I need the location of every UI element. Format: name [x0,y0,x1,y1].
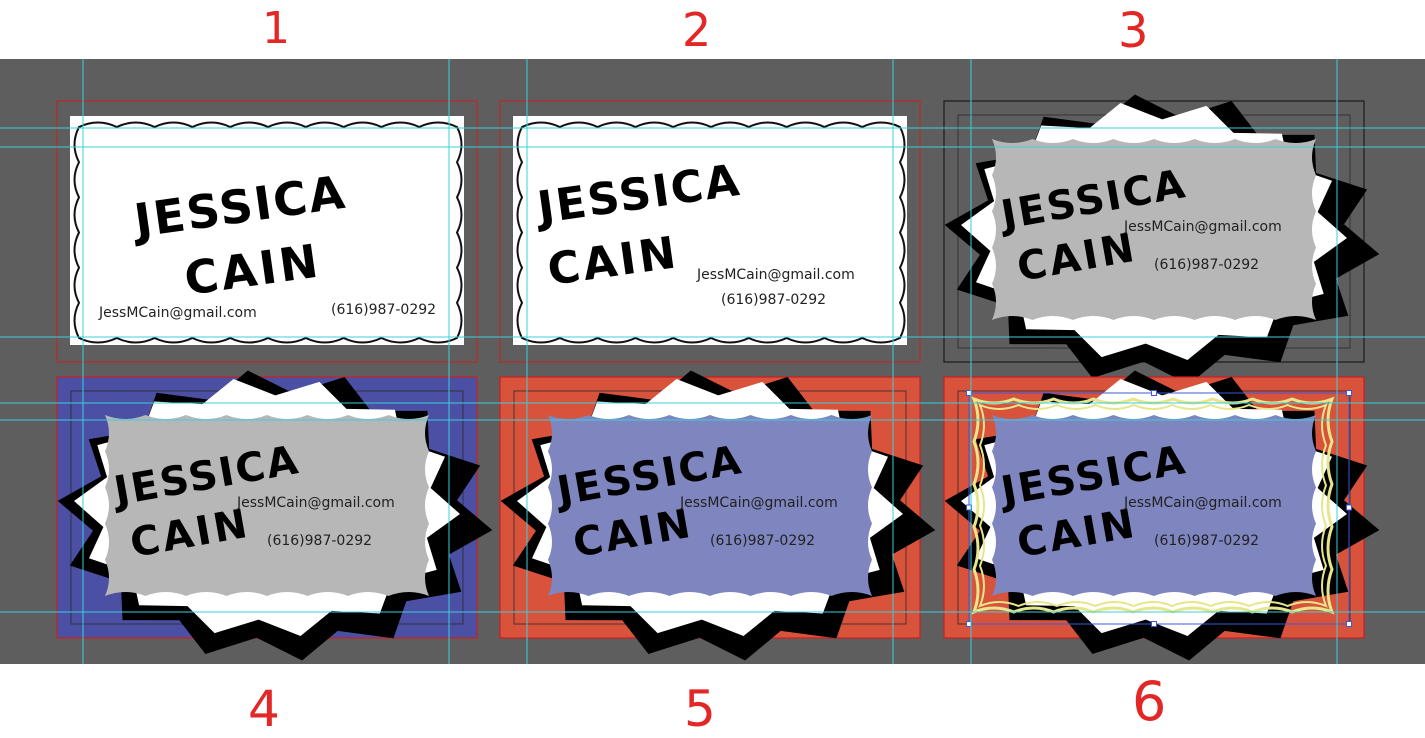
selection-handle [966,390,972,396]
business-card-5: JESSICACAINJessMCain@gmail.com(616)987-0… [499,370,936,661]
selection-handle [1346,504,1352,511]
phone-text: (616)987-0292 [331,302,436,318]
phone-text: (616)987-0292 [721,292,826,308]
email-text: JessMCain@gmail.com [1123,495,1282,511]
business-card-3: JESSICACAINJessMCain@gmail.com(616)987-0… [943,94,1380,385]
phone-text: (616)987-0292 [710,533,815,549]
email-text: JessMCain@gmail.com [98,305,257,321]
business-card-layout: JESSICACAINJessMCain@gmail.com (616)987-0… [56,94,1380,661]
card-background [513,116,907,345]
phone-text: (616)987-0292 [1154,533,1259,549]
email-text: JessMCain@gmail.com [679,495,838,511]
business-card-2: JESSICACAIN JessMCain@gmail.com(616)987-0… [499,100,921,363]
selection-handle [1346,621,1352,627]
selection-handle [1151,390,1157,396]
business-card-4: JESSICACAINJessMCain@gmail.com(616)987-0… [56,370,493,661]
business-card-6: JESSICACAINJessMCain@gmail.com(616)987-0… [943,370,1380,661]
email-text: JessMCain@gmail.com [696,267,855,283]
email-text: JessMCain@gmail.com [236,495,395,511]
phone-text: (616)987-0292 [267,533,372,549]
selection-handle [1346,390,1352,396]
selection-handle [966,621,972,627]
phone-text: (616)987-0292 [1154,257,1259,273]
selection-handle [1151,621,1157,627]
selection-handle [966,504,972,511]
email-text: JessMCain@gmail.com [1123,219,1282,235]
business-card-1: JESSICACAINJessMCain@gmail.com (616)987-0… [56,100,478,363]
